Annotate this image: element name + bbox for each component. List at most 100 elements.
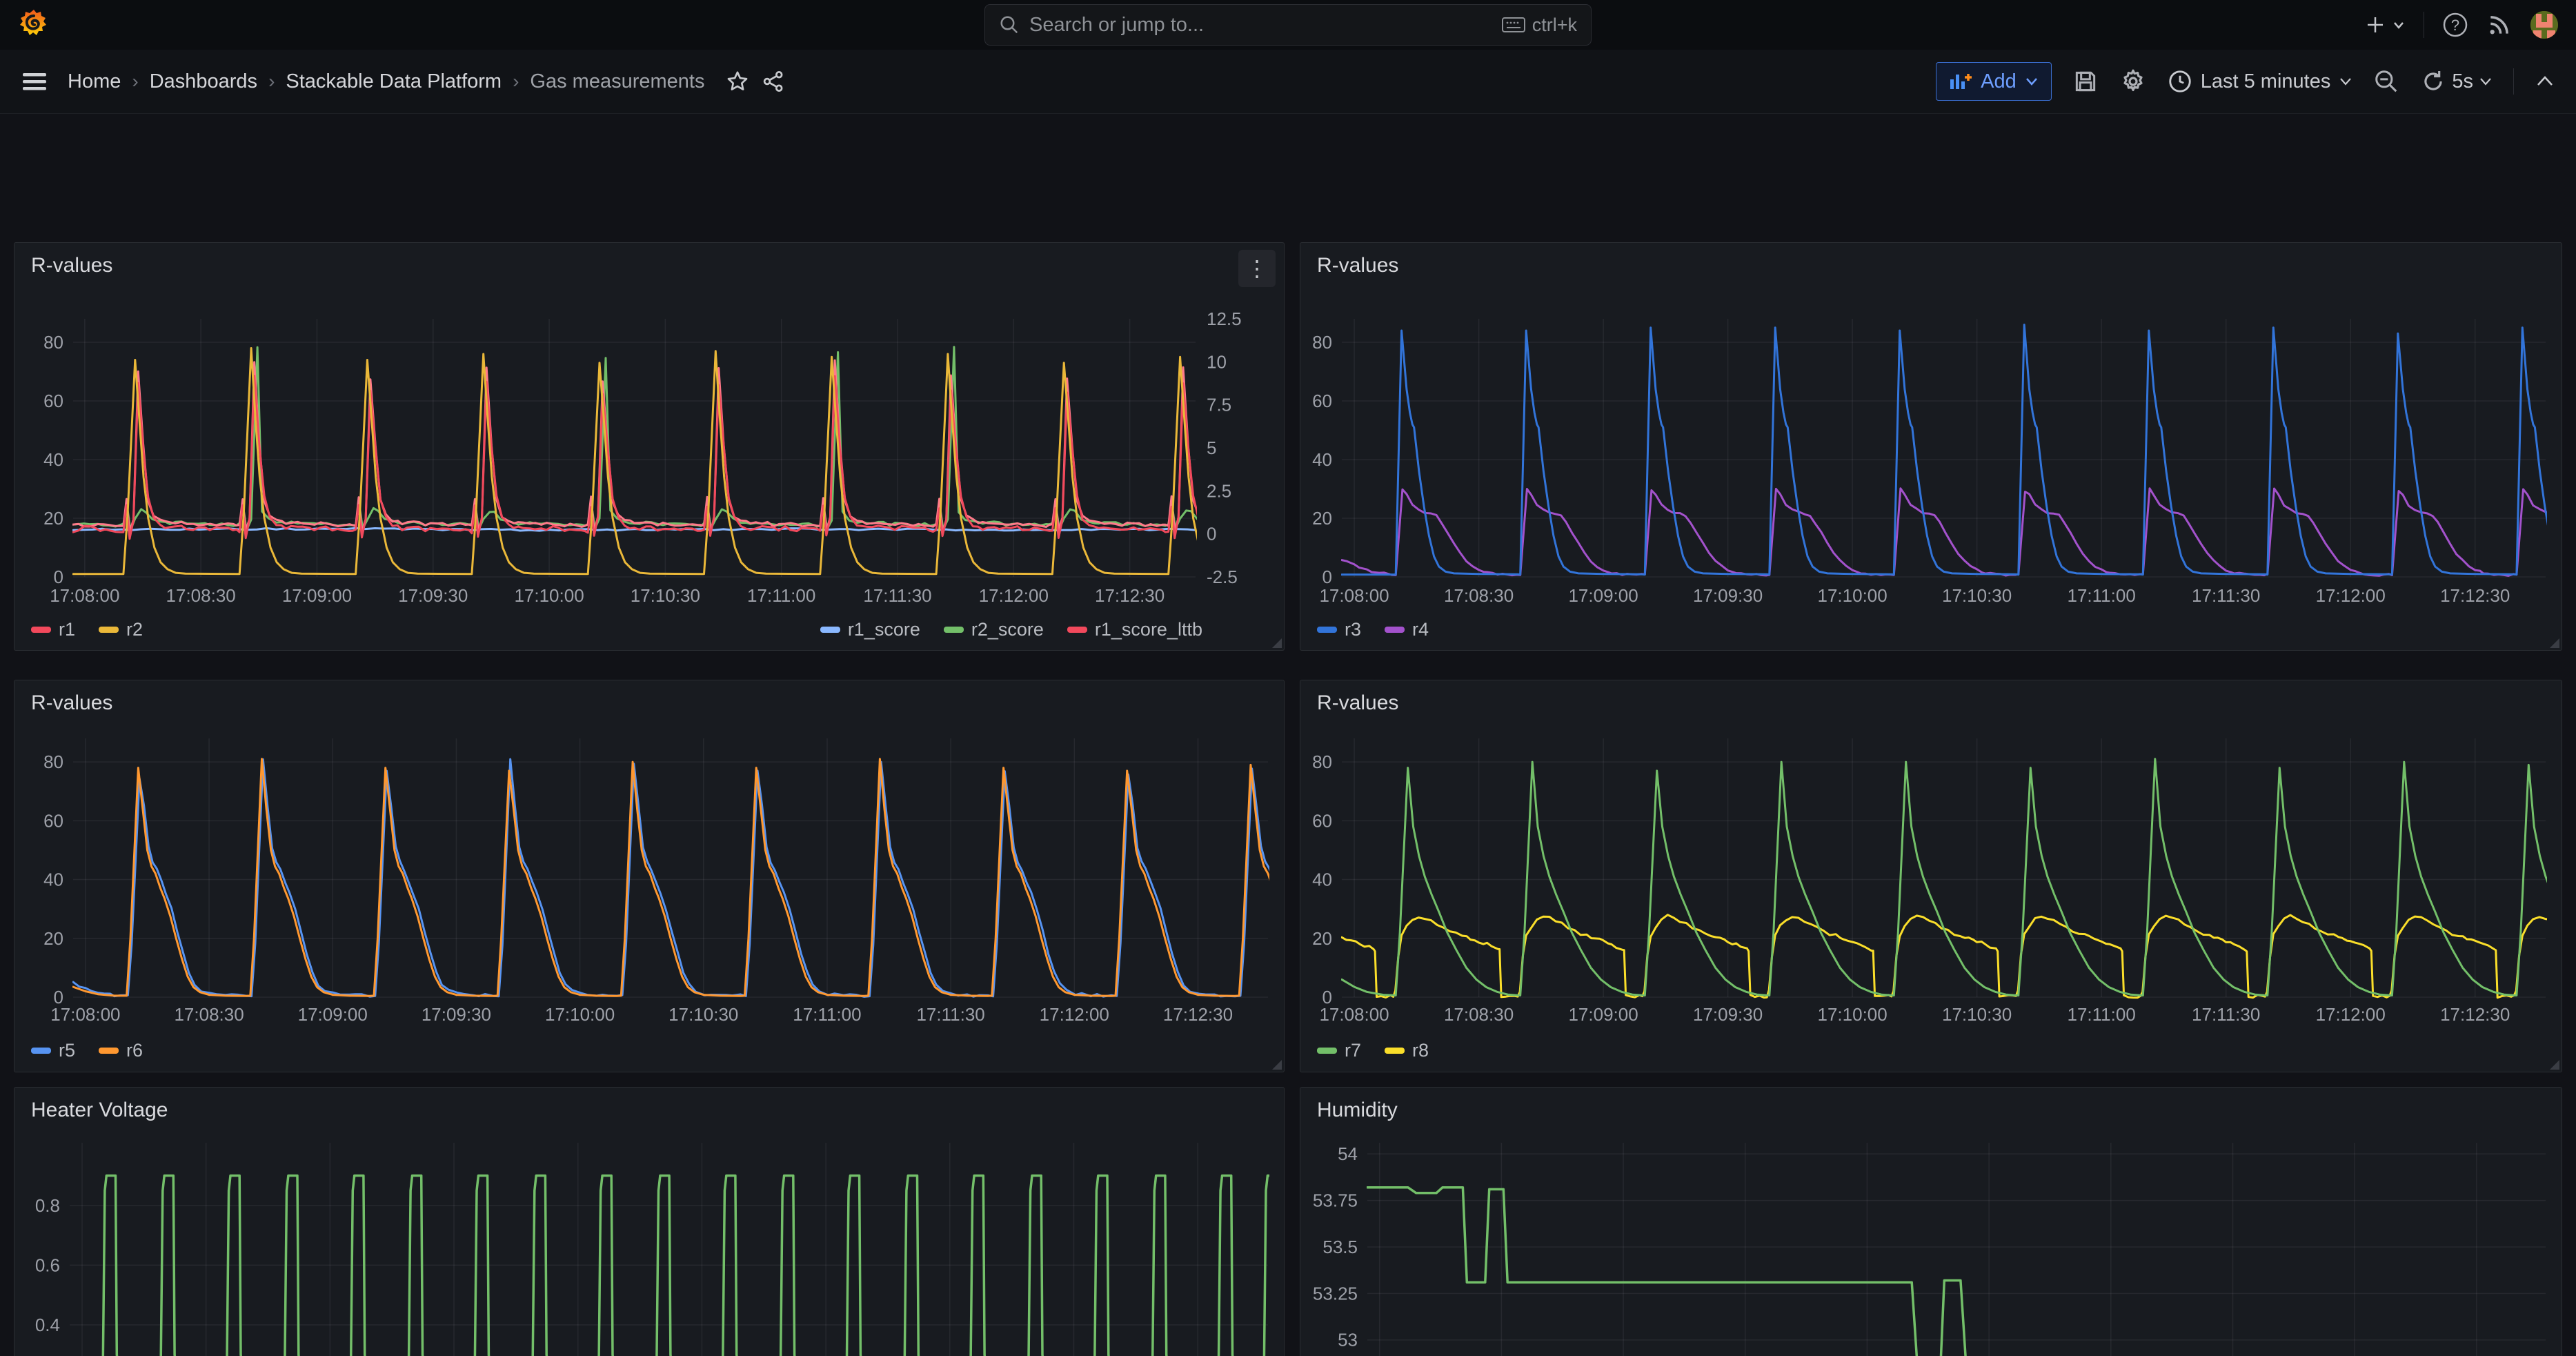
svg-text:20: 20 [43, 508, 63, 529]
panel-r-values: R-values⋮17:08:0017:08:3017:09:0017:09:3… [14, 242, 1285, 651]
breadcrumb-current: Gas measurements [530, 70, 704, 93]
svg-text:17:12:00: 17:12:00 [979, 585, 1049, 606]
chevron-down-icon [2339, 77, 2352, 86]
legend-swatch [1317, 627, 1337, 633]
legend-item-r4[interactable]: r4 [1385, 619, 1429, 640]
gear-icon [2119, 68, 2147, 95]
panel-legend: r7 r8 [1317, 1040, 2544, 1061]
chart-canvas[interactable]: 17:08:0017:08:3017:09:0017:09:3017:10:00… [1300, 243, 2562, 651]
legend-item-r1_score[interactable]: r1_score [820, 619, 920, 640]
legend-label: r4 [1412, 619, 1429, 640]
legend-item-r6[interactable]: r6 [99, 1040, 143, 1061]
zoom-out-button[interactable] [2373, 68, 2399, 95]
breadcrumb-home[interactable]: Home [68, 70, 121, 93]
new-button[interactable] [2366, 14, 2406, 35]
series-humidity [1367, 1188, 2546, 1356]
add-panel-button[interactable]: Add [1936, 62, 2052, 101]
mega-menu-button[interactable] [21, 70, 48, 92]
svg-text:17:11:00: 17:11:00 [2068, 585, 2136, 606]
dashboard-settings-button[interactable] [2119, 68, 2147, 95]
grafana-logo[interactable] [18, 8, 50, 42]
svg-text:40: 40 [43, 869, 63, 890]
svg-text:0.8: 0.8 [35, 1195, 60, 1216]
legend-item-r1[interactable]: r1 [31, 619, 75, 640]
svg-text:0: 0 [1322, 987, 1332, 1008]
svg-text:17:08:30: 17:08:30 [166, 585, 236, 606]
panel-legend: r3 r4 [1317, 619, 2544, 640]
chart-canvas[interactable]: 17:08:0017:08:3017:09:0017:09:3017:10:00… [14, 1088, 1285, 1356]
svg-text:10: 10 [1207, 351, 1227, 372]
series-r4 [1342, 489, 2562, 576]
breadcrumb-folder[interactable]: Stackable Data Platform [286, 70, 502, 93]
help-button[interactable]: ? [2442, 12, 2468, 38]
legend-item-r2_score[interactable]: r2_score [944, 619, 1044, 640]
user-avatar[interactable] [2530, 11, 2558, 39]
legend-item-r3[interactable]: r3 [1317, 619, 1361, 640]
svg-text:17:08:30: 17:08:30 [1444, 585, 1514, 606]
time-range-picker[interactable]: Last 5 minutes [2168, 69, 2353, 94]
svg-text:17:09:00: 17:09:00 [1568, 585, 1638, 606]
chart-canvas[interactable]: 17:08:0017:08:3017:09:0017:09:3017:10:00… [14, 243, 1285, 651]
add-panel-icon [1949, 71, 1972, 92]
clock-icon [2168, 69, 2192, 94]
chart-canvas[interactable]: 17:08:0017:08:3017:09:0017:09:3017:10:00… [14, 680, 1285, 1072]
zoom-out-icon [2373, 68, 2399, 95]
svg-text:0: 0 [1322, 567, 1332, 587]
legend-item-r1_score_lttb[interactable]: r1_score_lttb [1067, 619, 1202, 640]
panel-legend: r1 r2 r1_score r2_score r1_score_lttb [31, 619, 1202, 640]
collapse-toolbar-button[interactable] [2535, 74, 2555, 89]
series-r7 [1342, 759, 2562, 996]
svg-text:53: 53 [1338, 1330, 1358, 1350]
svg-text:0.6: 0.6 [35, 1255, 60, 1275]
chevron-down-icon [2025, 77, 2039, 86]
chart-canvas[interactable]: 17:08:0017:08:3017:09:0017:09:3017:10:00… [1300, 680, 2562, 1072]
svg-text:17:12:30: 17:12:30 [2440, 1004, 2510, 1025]
legend-swatch [944, 627, 964, 633]
legend-swatch [31, 1048, 51, 1054]
share-button[interactable] [761, 69, 786, 94]
legend-label: r5 [59, 1040, 75, 1061]
svg-text:17:08:00: 17:08:00 [1319, 585, 1389, 606]
svg-text:17:12:00: 17:12:00 [1040, 1004, 1109, 1025]
legend-item-r2[interactable]: r2 [99, 619, 143, 640]
svg-text:80: 80 [43, 751, 63, 772]
legend-swatch [820, 627, 840, 633]
svg-text:17:10:30: 17:10:30 [631, 585, 700, 606]
svg-text:20: 20 [1312, 508, 1332, 529]
svg-text:17:08:30: 17:08:30 [1444, 1004, 1514, 1025]
search-input[interactable]: Search or jump to... ctrl+k [984, 4, 1592, 46]
time-range-label: Last 5 minutes [2201, 70, 2331, 93]
chart-canvas[interactable]: 17:08:0017:08:3017:09:0017:09:3017:10:00… [1300, 1088, 2562, 1356]
legend-item-r8[interactable]: r8 [1385, 1040, 1429, 1061]
svg-text:17:11:30: 17:11:30 [2192, 585, 2260, 606]
hamburger-icon [21, 70, 48, 92]
panel-legend: r5 r6 [31, 1040, 1267, 1061]
save-icon [2072, 68, 2099, 95]
svg-text:17:10:30: 17:10:30 [1942, 585, 2012, 606]
breadcrumb-dashboards[interactable]: Dashboards [150, 70, 257, 93]
svg-text:-2.5: -2.5 [1207, 567, 1238, 587]
refresh-button[interactable]: 5s [2420, 68, 2493, 95]
svg-text:53.5: 53.5 [1322, 1237, 1358, 1257]
svg-text:17:11:30: 17:11:30 [916, 1004, 984, 1025]
chevron-up-icon [2535, 74, 2555, 89]
svg-text:60: 60 [43, 391, 63, 411]
svg-text:0.4: 0.4 [35, 1315, 60, 1335]
legend-label: r1 [59, 619, 75, 640]
legend-swatch [31, 627, 51, 633]
legend-label: r1_score_lttb [1095, 619, 1202, 640]
legend-item-r5[interactable]: r5 [31, 1040, 75, 1061]
legend-swatch [1067, 627, 1087, 633]
svg-text:17:11:00: 17:11:00 [2068, 1004, 2136, 1025]
search-placeholder: Search or jump to... [1029, 14, 1492, 37]
share-icon [761, 69, 786, 94]
panel-humidity: Humidity17:08:0017:08:3017:09:0017:09:30… [1300, 1087, 2562, 1356]
favorite-button[interactable] [725, 69, 750, 94]
legend-item-r7[interactable]: r7 [1317, 1040, 1361, 1061]
save-dashboard-button[interactable] [2072, 68, 2099, 95]
refresh-interval-label: 5s [2452, 70, 2473, 93]
svg-text:0: 0 [54, 987, 63, 1008]
news-button[interactable] [2486, 12, 2513, 38]
svg-text:54: 54 [1338, 1143, 1358, 1164]
svg-text:80: 80 [1312, 332, 1332, 353]
